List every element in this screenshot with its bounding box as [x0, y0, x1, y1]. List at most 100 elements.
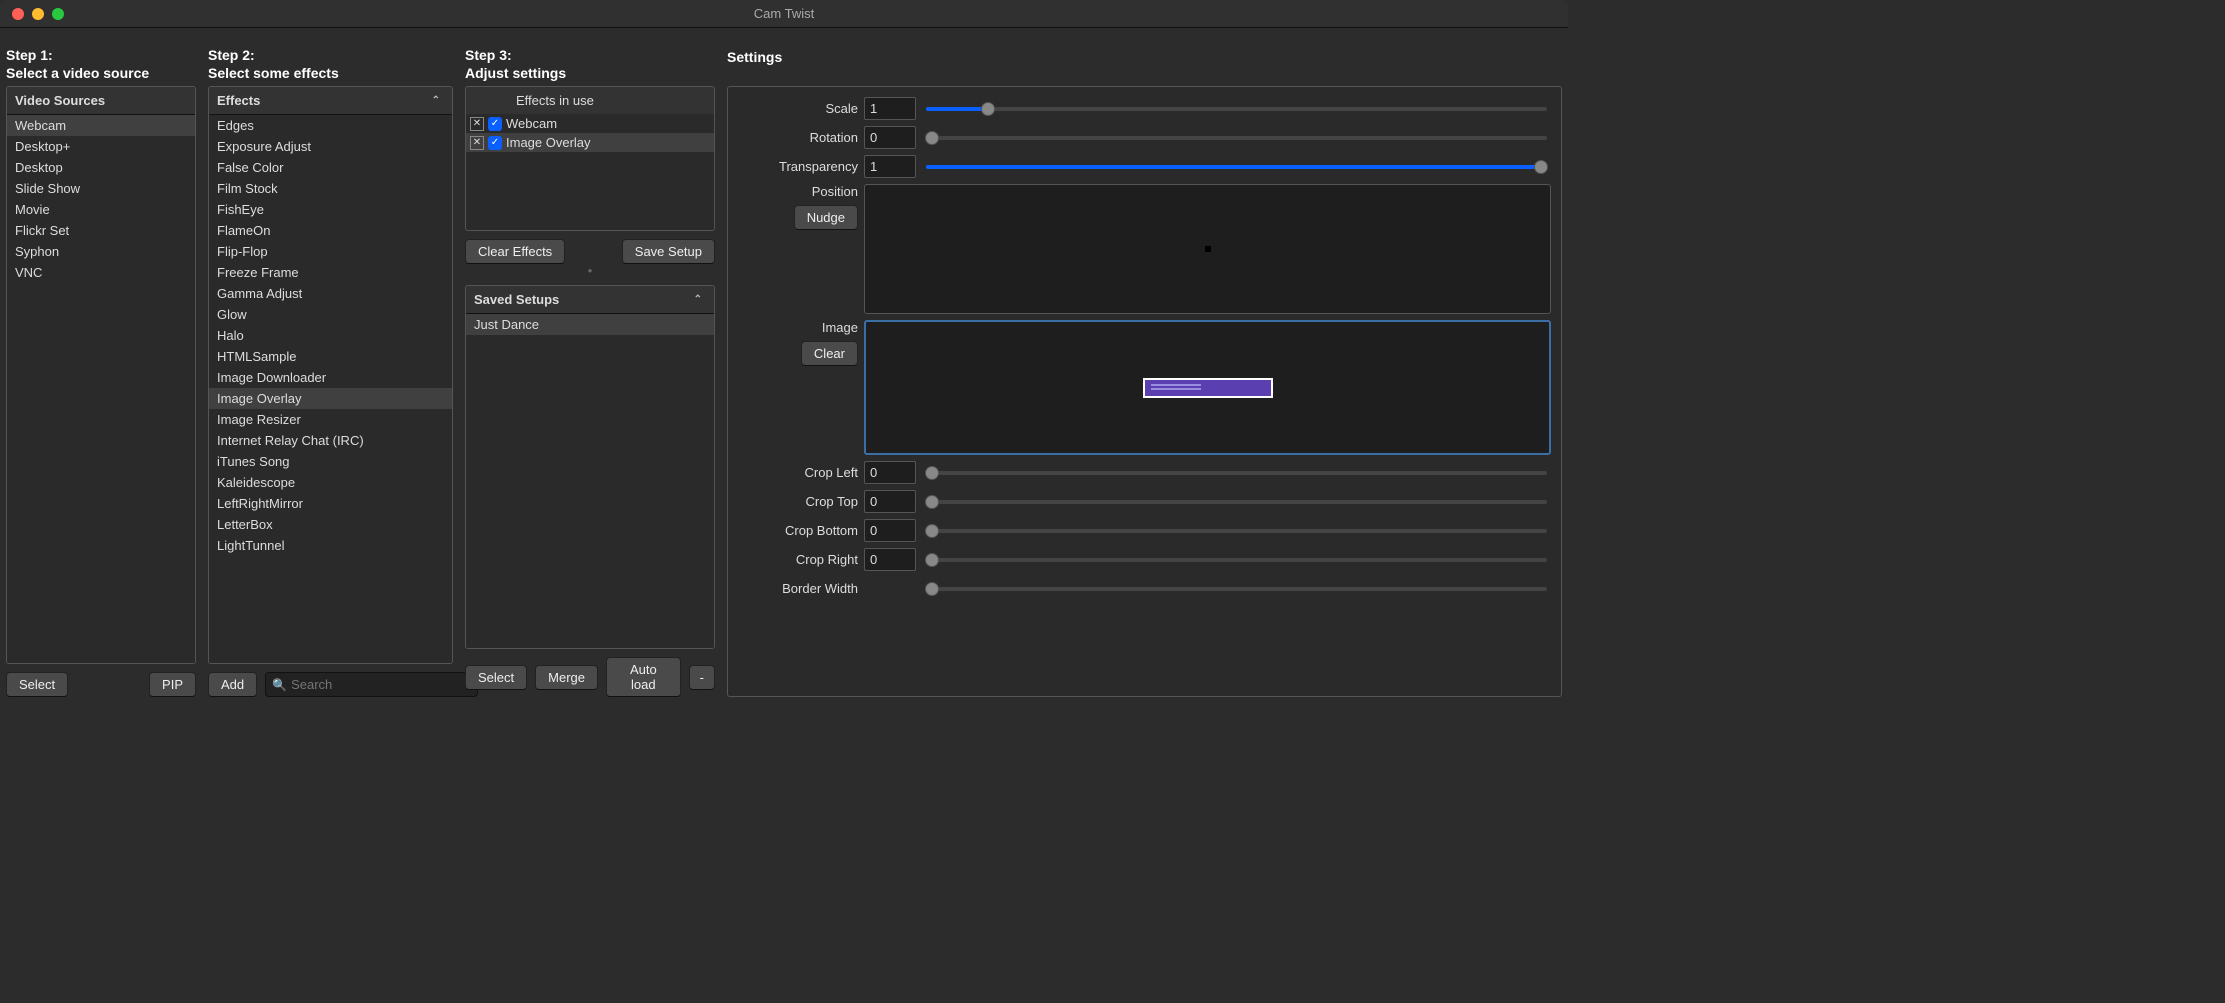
image-well[interactable] — [864, 320, 1551, 455]
row-transparency: Transparency — [738, 155, 1551, 178]
crop-top-input[interactable] — [864, 490, 916, 513]
minimize-icon[interactable] — [32, 8, 44, 20]
main-window: Cam Twist Step 1: Select a video source … — [0, 0, 1568, 707]
list-item[interactable]: Image Overlay — [209, 388, 452, 409]
scale-input[interactable] — [864, 97, 916, 120]
list-item[interactable]: Flip-Flop — [209, 241, 452, 262]
sources-body[interactable]: WebcamDesktop+DesktopSlide ShowMovieFlic… — [7, 115, 195, 663]
list-item[interactable]: Halo — [209, 325, 452, 346]
effects-buttons: Add 🔍 — [208, 672, 453, 697]
inuse-row[interactable]: ✕✓Webcam — [466, 114, 714, 133]
row-crop-top: Crop Top — [738, 490, 1551, 513]
row-crop-right: Crop Right — [738, 548, 1551, 571]
list-item[interactable]: VNC — [7, 262, 195, 283]
crop-left-slider[interactable] — [926, 471, 1547, 475]
clear-image-button[interactable]: Clear — [801, 341, 858, 366]
list-item[interactable]: Webcam — [7, 115, 195, 136]
border-width-slider[interactable] — [926, 587, 1547, 591]
pip-button[interactable]: PIP — [149, 672, 196, 697]
crop-top-slider[interactable] — [926, 500, 1547, 504]
crop-bottom-slider[interactable] — [926, 529, 1547, 533]
list-item[interactable]: Exposure Adjust — [209, 136, 452, 157]
inuse-header[interactable]: Effects in use — [466, 87, 714, 114]
list-item[interactable]: Flickr Set — [7, 220, 195, 241]
add-button[interactable]: Add — [208, 672, 257, 697]
select-button[interactable]: Select — [6, 672, 68, 697]
rotation-input[interactable] — [864, 126, 916, 149]
list-item[interactable]: Film Stock — [209, 178, 452, 199]
sources-buttons: Select PIP — [6, 672, 196, 697]
list-item[interactable]: Syphon — [7, 241, 195, 262]
list-item[interactable]: LeftRightMirror — [209, 493, 452, 514]
list-item[interactable]: Desktop — [7, 157, 195, 178]
step2-label: Step 2: Select some effects — [208, 46, 453, 86]
save-setup-button[interactable]: Save Setup — [622, 239, 715, 264]
chevron-up-icon[interactable]: ⌃ — [432, 95, 444, 106]
col-settings: Settings Scale Rotation — [727, 46, 1562, 697]
list-item[interactable]: Desktop+ — [7, 136, 195, 157]
merge-button[interactable]: Merge — [535, 665, 598, 690]
close-icon[interactable] — [12, 8, 24, 20]
transparency-slider[interactable] — [926, 165, 1547, 169]
inuse-header-label: Effects in use — [516, 93, 594, 108]
list-item[interactable]: FishEye — [209, 199, 452, 220]
position-canvas[interactable] — [864, 184, 1551, 314]
col-effects: Step 2: Select some effects Effects ⌃ Ed… — [208, 46, 453, 697]
list-item[interactable]: LightTunnel — [209, 535, 452, 556]
sources-header-label: Video Sources — [15, 93, 105, 108]
list-item[interactable]: Gamma Adjust — [209, 283, 452, 304]
transparency-label: Transparency — [738, 159, 858, 174]
crop-right-input[interactable] — [864, 548, 916, 571]
list-item[interactable]: False Color — [209, 157, 452, 178]
select-setup-button[interactable]: Select — [465, 665, 527, 690]
effects-body[interactable]: EdgesExposure AdjustFalse ColorFilm Stoc… — [209, 115, 452, 663]
list-item[interactable]: Kaleidescope — [209, 472, 452, 493]
effect-checkbox[interactable]: ✓ — [488, 117, 502, 131]
crop-right-slider[interactable] — [926, 558, 1547, 562]
search-input[interactable] — [287, 675, 471, 694]
list-item[interactable]: Freeze Frame — [209, 262, 452, 283]
crop-left-input[interactable] — [864, 461, 916, 484]
row-position: Position Nudge — [738, 184, 1551, 314]
autoload-button[interactable]: Auto load — [606, 657, 681, 697]
resize-dot-icon[interactable]: ● — [465, 266, 715, 275]
chevron-up-icon[interactable]: ⌃ — [694, 294, 706, 305]
remove-setup-button[interactable]: - — [689, 665, 715, 690]
list-item[interactable]: FlameOn — [209, 220, 452, 241]
list-item[interactable]: Image Downloader — [209, 367, 452, 388]
clear-effects-button[interactable]: Clear Effects — [465, 239, 565, 264]
nudge-button[interactable]: Nudge — [794, 205, 858, 230]
remove-effect-icon[interactable]: ✕ — [470, 117, 484, 131]
list-item[interactable]: Glow — [209, 304, 452, 325]
maximize-icon[interactable] — [52, 8, 64, 20]
list-item[interactable]: Just Dance — [466, 314, 714, 335]
remove-effect-icon[interactable]: ✕ — [470, 136, 484, 150]
scale-slider[interactable] — [926, 107, 1547, 111]
crop-bottom-input[interactable] — [864, 519, 916, 542]
rotation-label: Rotation — [738, 130, 858, 145]
transparency-input[interactable] — [864, 155, 916, 178]
crop-left-label: Crop Left — [738, 465, 858, 480]
content-area: Step 1: Select a video source Video Sour… — [0, 28, 1568, 707]
step3-line2: Adjust settings — [465, 65, 566, 81]
list-item[interactable]: Edges — [209, 115, 452, 136]
inuse-body[interactable]: ✕✓Webcam✕✓Image Overlay — [466, 114, 714, 152]
scale-label: Scale — [738, 101, 858, 116]
list-item[interactable]: Movie — [7, 199, 195, 220]
position-marker-icon[interactable] — [1205, 246, 1211, 252]
effect-checkbox[interactable]: ✓ — [488, 136, 502, 150]
inuse-row[interactable]: ✕✓Image Overlay — [466, 133, 714, 152]
list-item[interactable]: HTMLSample — [209, 346, 452, 367]
saved-body[interactable]: Just Dance — [466, 314, 714, 648]
saved-header[interactable]: Saved Setups ⌃ — [466, 286, 714, 314]
list-item[interactable]: LetterBox — [209, 514, 452, 535]
list-item[interactable]: Image Resizer — [209, 409, 452, 430]
rotation-slider[interactable] — [926, 136, 1547, 140]
list-item[interactable]: Slide Show — [7, 178, 195, 199]
list-item[interactable]: iTunes Song — [209, 451, 452, 472]
list-item[interactable]: Internet Relay Chat (IRC) — [209, 430, 452, 451]
inuse-buttons: Clear Effects Save Setup — [465, 239, 715, 264]
image-label: Image — [738, 320, 858, 335]
effects-header[interactable]: Effects ⌃ — [209, 87, 452, 115]
sources-header[interactable]: Video Sources — [7, 87, 195, 115]
